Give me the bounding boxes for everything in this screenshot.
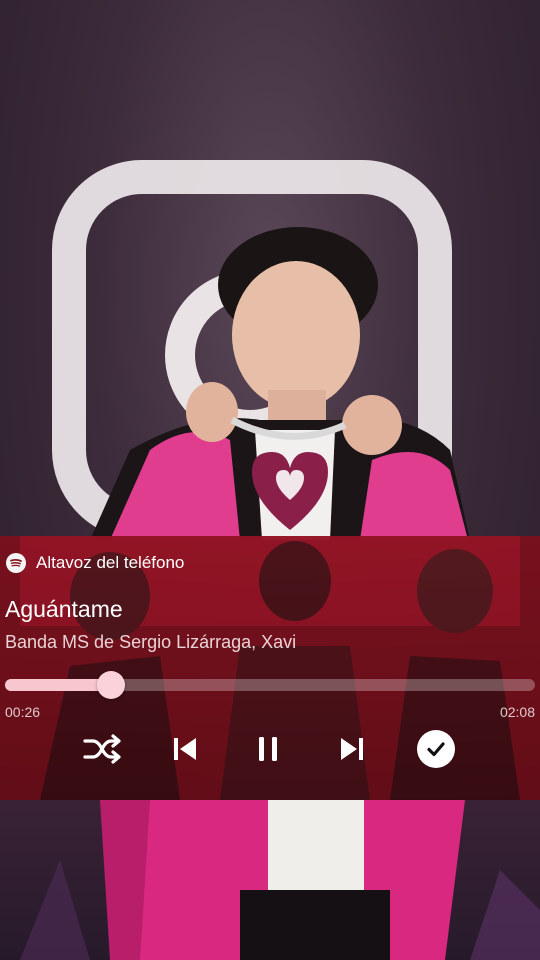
now-playing-card: Altavoz del teléfono Aguántame Banda MS …: [0, 536, 540, 800]
elapsed-time: 00:26: [5, 704, 41, 720]
spotify-icon: [6, 553, 26, 573]
previous-button[interactable]: [162, 726, 208, 772]
progress-slider[interactable]: [5, 671, 535, 699]
track-title: Aguántame: [5, 596, 123, 622]
output-device-label: Altavoz del teléfono: [36, 553, 185, 572]
total-duration: 02:08: [499, 704, 535, 720]
output-device[interactable]: Altavoz del teléfono: [6, 552, 184, 574]
next-button[interactable]: [329, 726, 375, 772]
pause-button[interactable]: [245, 726, 291, 772]
next-icon: [341, 738, 363, 760]
person-lower-photo: [20, 800, 540, 960]
progress-fill: [5, 679, 111, 691]
shuffle-button[interactable]: [79, 726, 125, 772]
progress-knob[interactable]: [97, 671, 125, 699]
shuffle-icon: [83, 734, 121, 764]
track-artists: Banda MS de Sergio Lizárraga, Xavi: [5, 632, 297, 652]
playback-controls: [0, 726, 540, 772]
pause-icon: [259, 737, 277, 761]
previous-icon: [174, 738, 196, 760]
check-icon: [417, 730, 455, 768]
saved-button[interactable]: [413, 726, 459, 772]
